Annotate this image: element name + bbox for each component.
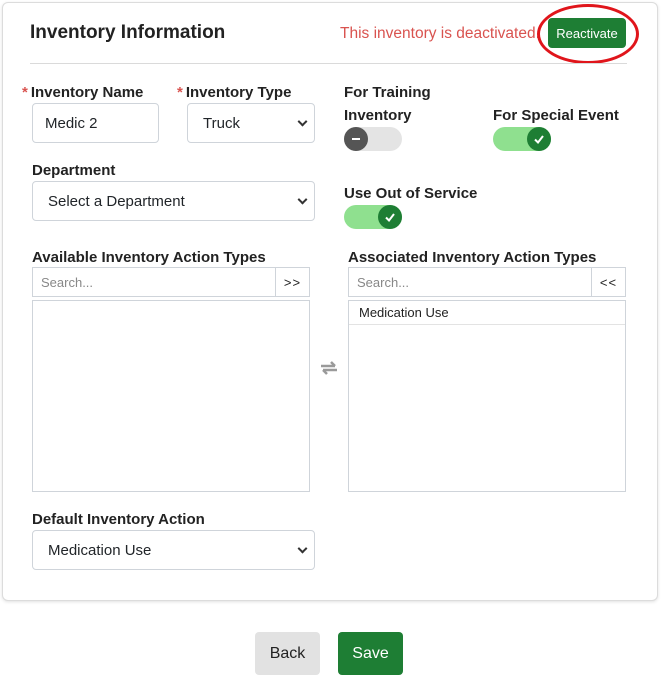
out-of-service-label: Use Out of Service: [344, 185, 478, 202]
inventory-type-select[interactable]: Truck: [187, 103, 315, 143]
inventory-name-label-text: Inventory Name: [30, 84, 144, 101]
department-value: Select a Department: [48, 192, 185, 210]
default-action-value: Medication Use: [48, 541, 152, 559]
associated-search-placeholder: Search...: [357, 274, 410, 290]
chevron-down-icon: [297, 194, 308, 205]
reactivate-button[interactable]: Reactivate: [548, 18, 626, 48]
department-select[interactable]: Select a Department: [32, 181, 315, 221]
inventory-type-label: * Inventory Type: [177, 84, 291, 101]
swap-arrows-icon: [318, 360, 340, 376]
associated-types-label: Associated Inventory Action Types: [348, 249, 597, 266]
divider: [30, 63, 627, 64]
available-types-label: Available Inventory Action Types: [32, 249, 266, 266]
back-button[interactable]: Back: [255, 632, 320, 675]
associated-search-input[interactable]: Search...: [348, 267, 592, 297]
check-icon: [527, 127, 551, 151]
chevron-down-icon: [297, 543, 308, 554]
deactivated-message: This inventory is deactivated.: [340, 25, 540, 42]
available-search-input[interactable]: Search...: [32, 267, 276, 297]
special-event-label: For Special Event: [493, 107, 619, 124]
special-event-toggle[interactable]: [493, 127, 551, 151]
inventory-name-value: Medic 2: [45, 114, 98, 132]
training-toggle[interactable]: [344, 127, 402, 151]
page-title: Inventory Information: [30, 22, 226, 43]
default-action-select[interactable]: Medication Use: [32, 530, 315, 570]
list-item[interactable]: Medication Use: [349, 301, 625, 325]
chevron-down-icon: [297, 116, 308, 127]
save-button[interactable]: Save: [338, 632, 403, 675]
inventory-name-input[interactable]: Medic 2: [32, 103, 159, 143]
minus-icon: [344, 127, 368, 151]
training-label-line2: Inventory: [344, 107, 412, 124]
available-search-placeholder: Search...: [41, 274, 94, 290]
out-of-service-toggle[interactable]: [344, 205, 402, 229]
move-to-available-button[interactable]: <<: [591, 267, 626, 297]
check-icon: [378, 205, 402, 229]
default-action-label: Default Inventory Action: [32, 511, 205, 528]
training-label-line1: For Training: [344, 84, 431, 101]
required-mark: *: [22, 84, 28, 101]
available-types-list[interactable]: [32, 300, 310, 492]
inventory-type-label-text: Inventory Type: [185, 84, 292, 101]
inventory-name-label: * Inventory Name: [22, 84, 143, 101]
department-label: Department: [32, 162, 116, 179]
inventory-type-value: Truck: [203, 114, 240, 132]
move-to-associated-button[interactable]: >>: [275, 267, 310, 297]
associated-types-list[interactable]: Medication Use: [348, 300, 626, 492]
required-mark: *: [177, 84, 183, 101]
